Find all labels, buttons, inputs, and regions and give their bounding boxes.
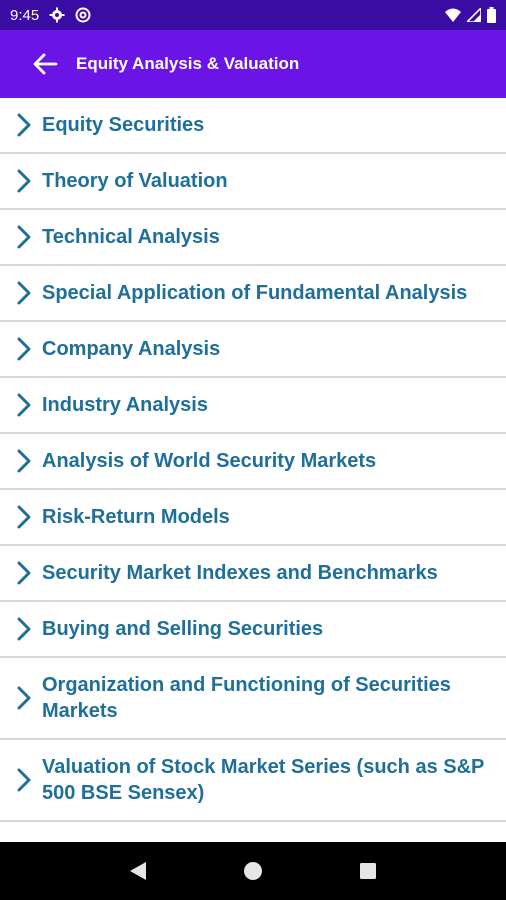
chevron-right-icon: [16, 448, 38, 474]
topic-item-risk-return-models[interactable]: Risk-Return Models: [0, 490, 506, 546]
topic-label: Analysis of World Security Markets: [42, 450, 377, 472]
chevron-right-icon: [16, 280, 38, 306]
at-icon: [75, 7, 91, 23]
wifi-icon: [445, 8, 461, 22]
chevron-right-icon: [16, 767, 38, 793]
topic-label: Security Market Indexes and Benchmarks: [42, 562, 438, 584]
page-title: Equity Analysis & Valuation: [76, 54, 300, 73]
chevron-right-icon: [16, 685, 38, 711]
status-time: 9:45: [10, 6, 40, 24]
topic-label: Industry Analysis: [42, 394, 208, 416]
topic-list: Equity Securities Theory of Valuation Te…: [0, 98, 506, 842]
topic-label: Special Application of Fundamental Analy…: [42, 282, 468, 304]
topic-item-special-application[interactable]: Special Application of Fundamental Analy…: [0, 266, 506, 322]
chevron-right-icon: [16, 392, 38, 418]
settings-icon: [49, 7, 65, 23]
chevron-right-icon: [16, 504, 38, 530]
chevron-right-icon: [16, 336, 38, 362]
topic-item-technical-analysis[interactable]: Technical Analysis: [0, 210, 506, 266]
topic-label: Organization and Functioning of Securiti…: [42, 674, 451, 722]
topic-item-market-indexes[interactable]: Security Market Indexes and Benchmarks: [0, 546, 506, 602]
app-bar: Equity Analysis & Valuation: [0, 30, 506, 98]
chevron-right-icon: [16, 168, 38, 194]
topic-label: Equity Securities: [42, 114, 205, 136]
topic-item-equity-securities[interactable]: Equity Securities: [0, 98, 506, 154]
topic-item-world-security-markets[interactable]: Analysis of World Security Markets: [0, 434, 506, 490]
back-button[interactable]: [28, 30, 62, 98]
topic-label: Buying and Selling Securities: [42, 618, 324, 640]
topic-label: Theory of Valuation: [42, 170, 228, 192]
nav-recents-button[interactable]: [348, 851, 388, 891]
signal-icon: [467, 8, 481, 22]
chevron-right-icon: [16, 112, 38, 138]
status-bar: 9:45: [0, 0, 506, 30]
home-circle-icon: [243, 862, 262, 880]
topic-label: Company Analysis: [42, 338, 221, 360]
nav-home-button[interactable]: [233, 851, 273, 891]
topic-item-organization-functioning[interactable]: Organization and Functioning of Securiti…: [0, 658, 506, 740]
topic-item-theory-of-valuation[interactable]: Theory of Valuation: [0, 154, 506, 210]
status-left: 9:45: [10, 7, 91, 24]
chevron-right-icon: [16, 560, 38, 586]
chevron-right-icon: [16, 224, 38, 250]
battery-icon: [487, 7, 496, 23]
topic-item-buying-selling[interactable]: Buying and Selling Securities: [0, 602, 506, 658]
topic-item-industry-analysis[interactable]: Industry Analysis: [0, 378, 506, 434]
system-nav-bar: [0, 842, 506, 900]
nav-back-button[interactable]: [118, 851, 158, 891]
recents-square-icon: [360, 863, 377, 879]
status-right: [445, 7, 496, 23]
back-triangle-icon: [129, 862, 146, 880]
topic-label: Technical Analysis: [42, 226, 220, 248]
arrow-left-icon: [33, 53, 58, 75]
topic-item-company-analysis[interactable]: Company Analysis: [0, 322, 506, 378]
topic-label: Valuation of Stock Market Series (such a…: [42, 756, 485, 804]
chevron-right-icon: [16, 616, 38, 642]
topic-item-stock-market-series[interactable]: Valuation of Stock Market Series (such a…: [0, 740, 506, 822]
topic-label: Risk-Return Models: [42, 506, 230, 528]
